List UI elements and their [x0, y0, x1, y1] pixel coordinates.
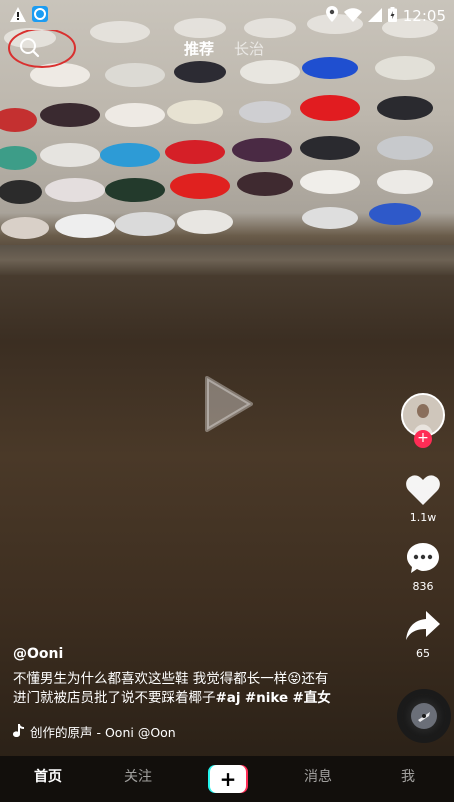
app-notification-icon: [32, 6, 48, 26]
music-title: 创作的原声 - Ooni @Oon: [30, 725, 176, 740]
music-note-icon: [13, 723, 24, 740]
hashtag[interactable]: #nike: [245, 690, 288, 706]
follow-plus-button[interactable]: +: [414, 430, 432, 448]
add-icon: +: [219, 767, 237, 791]
status-bar: 12:05: [0, 0, 454, 32]
nav-home[interactable]: 首页: [34, 766, 62, 786]
music-disc[interactable]: [402, 694, 446, 738]
video-frame-floor-rail: [0, 245, 454, 275]
action-rail: + 1.1w 836 65: [400, 393, 446, 660]
share-count: 65: [416, 647, 430, 660]
status-time: 12:05: [402, 7, 446, 25]
caption-line-2-text: 进门就被店员批了说不要踩着椰子: [13, 690, 216, 706]
play-icon[interactable]: [203, 376, 253, 436]
comment-count: 836: [412, 580, 434, 593]
hashtag[interactable]: #直女: [292, 690, 330, 706]
search-icon: [20, 38, 40, 58]
comment-icon[interactable]: [406, 542, 440, 578]
share-action[interactable]: 65: [406, 611, 440, 660]
like-count: 1.1w: [409, 511, 437, 524]
search-button[interactable]: [8, 28, 76, 70]
app-screen: 12:05 推荐 长治 + 1.1w 836 65 @Ooni 不懂男生为什么都…: [0, 0, 454, 802]
music-info[interactable]: 创作的原声 - Ooni @Oon: [13, 722, 188, 741]
nav-me[interactable]: 我: [401, 766, 415, 786]
battery-icon: [387, 6, 397, 26]
annotation-circle: [8, 28, 76, 68]
signal-icon: [367, 7, 382, 26]
add-video-button[interactable]: +: [208, 765, 248, 793]
caption-text: 不懂男生为什么都喜欢这些鞋 我觉得都长一样😝还有 进门就被店员批了说不要踩着椰子…: [13, 670, 363, 708]
author-name[interactable]: @Ooni: [13, 646, 363, 662]
warning-icon: [10, 6, 26, 26]
location-icon: [325, 6, 338, 26]
caption-line-1: 不懂男生为什么都喜欢这些鞋 我觉得都长一样😝还有: [13, 671, 329, 687]
tab-local[interactable]: 长治: [234, 38, 264, 59]
caption-line-2: 进门就被店员批了说不要踩着椰子#aj #nike #直女: [13, 689, 363, 708]
tab-recommend[interactable]: 推荐: [184, 38, 214, 59]
top-tabs: 推荐 长治: [184, 38, 264, 59]
like-action[interactable]: 1.1w: [406, 475, 440, 524]
share-icon[interactable]: [406, 611, 440, 645]
nav-follow[interactable]: 关注: [124, 766, 152, 786]
hashtag[interactable]: #aj: [216, 690, 241, 706]
comment-action[interactable]: 836: [406, 542, 440, 593]
nav-messages[interactable]: 消息: [304, 766, 332, 786]
heart-icon[interactable]: [406, 475, 440, 509]
wifi-icon: [343, 7, 362, 26]
video-caption: @Ooni 不懂男生为什么都喜欢这些鞋 我觉得都长一样😝还有 进门就被店员批了说…: [13, 646, 363, 708]
